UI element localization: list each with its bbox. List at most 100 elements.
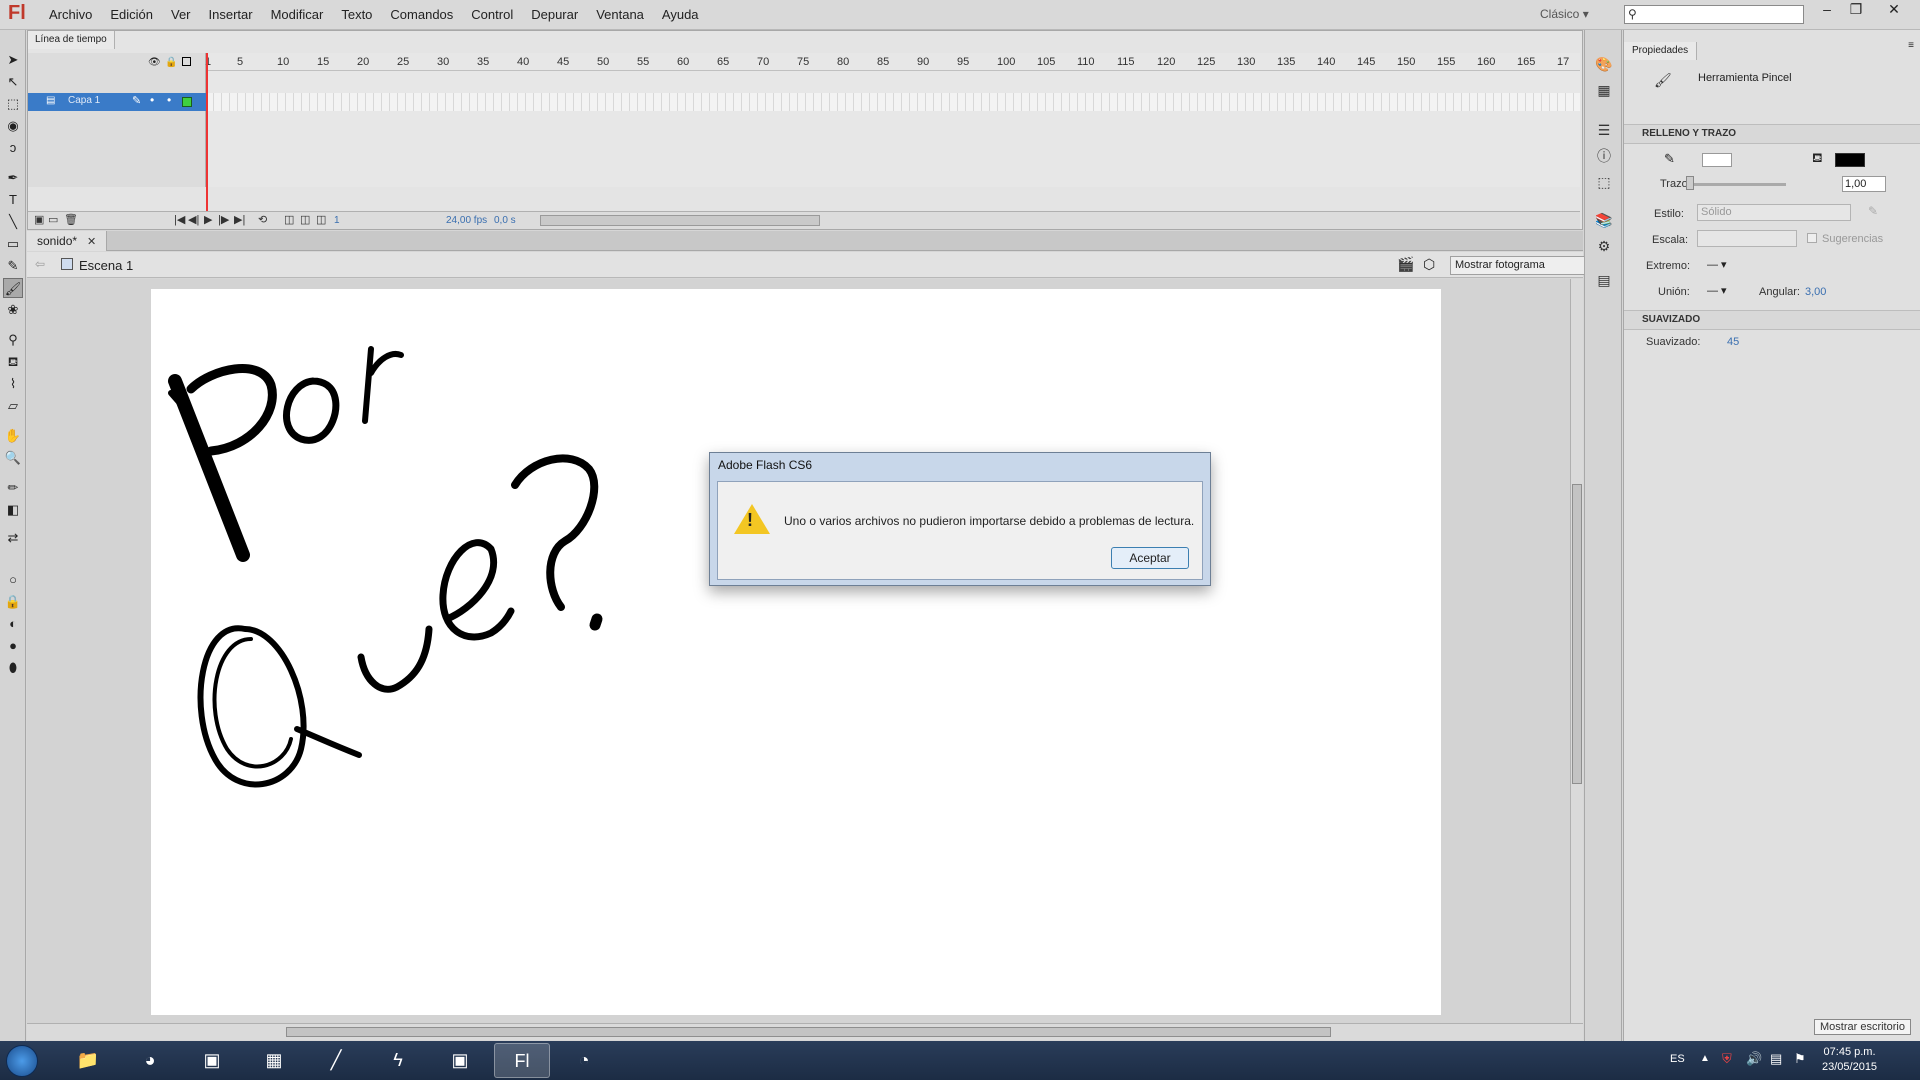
vertical-scroll-thumb[interactable] [1572,484,1582,784]
project-panel-icon[interactable]: ▤ [1594,270,1614,290]
menu-control[interactable]: Control [462,0,522,30]
document-tab[interactable]: sonido* ✕ [27,231,108,251]
last-frame-icon[interactable]: ▶| [234,213,245,226]
stroke-slider-thumb[interactable] [1686,176,1694,190]
layer-row[interactable]: ▤ Capa 1 ✎ • • [28,93,206,111]
next-frame-icon[interactable]: |▶ [218,213,229,226]
info-panel-icon[interactable]: ⓘ [1594,146,1614,166]
brush-mode-icon[interactable]: ◐ [3,614,23,634]
timeline-tab[interactable]: Línea de tiempo [28,31,115,49]
fill-stroke-section-header[interactable]: RELLENO Y TRAZO [1624,124,1920,144]
edit-scene-icon[interactable]: 🎬 [1397,256,1414,273]
pencil-tool-icon[interactable]: ✎ [3,256,23,276]
fps-readout[interactable]: 24,00 fps [446,215,487,226]
text-tool-icon[interactable]: T [3,190,23,210]
close-tab-icon[interactable]: ✕ [87,236,96,248]
outline-icon[interactable] [182,57,191,66]
hints-checkbox[interactable] [1807,233,1817,243]
menu-ventana[interactable]: Ventana [587,0,653,30]
horizontal-scroll-thumb[interactable] [286,1027,1331,1037]
selection-tool-icon[interactable]: ➤ [3,50,23,70]
menu-modificar[interactable]: Modificar [262,0,333,30]
accept-button[interactable]: Aceptar [1111,547,1189,569]
color-panel-icon[interactable]: 🎨 [1594,54,1614,74]
rectangle-tool-icon[interactable]: ▭ [3,234,23,254]
frames-row[interactable] [206,93,1580,111]
layer-color-icon[interactable] [182,97,192,107]
style-select[interactable]: Sólido [1697,204,1851,221]
tray-volume-icon[interactable]: 🔊 [1746,1051,1762,1067]
swap-colors-icon[interactable]: ⇄ [3,528,23,548]
lasso-tool-icon[interactable]: ↄ [3,138,23,158]
close-button[interactable]: ✕ [1880,0,1908,20]
pen-tool-icon[interactable]: ✒ [3,168,23,188]
lock-icon[interactable]: 🔒 [165,57,177,68]
calculator-task-icon[interactable]: ▦ [246,1043,302,1078]
transform-panel-icon[interactable]: ⬚ [1594,172,1614,192]
stroke-color-swatch[interactable] [1702,153,1732,167]
fill-color-icon[interactable]: ◧ [3,500,23,520]
current-frame[interactable]: 1 [334,215,340,226]
app-task-icon[interactable]: ▣ [184,1043,240,1078]
brush-shape-icon[interactable]: ⬮ [3,658,23,678]
flash-player-task-icon[interactable]: ϟ [370,1043,426,1078]
menu-ver[interactable]: Ver [162,0,200,30]
motion-presets-icon[interactable]: ⚙ [1594,236,1614,256]
smoothing-section-header[interactable]: SUAVIZADO [1624,310,1920,330]
object-drawing-icon[interactable]: ○ [3,570,23,590]
onion-outline-icon[interactable]: ◫ [300,213,310,226]
zoom-tool-icon[interactable]: 🔍 [3,448,23,468]
onion-skin-icon[interactable]: ◫ [284,213,294,226]
first-frame-icon[interactable]: |◀ [174,213,185,226]
brush-tool-icon[interactable]: 🖌 [3,278,23,298]
stage-canvas[interactable] [151,289,1441,1015]
lock-dot-icon[interactable]: • [167,93,171,107]
tray-expand-icon[interactable]: ▲ [1700,1053,1710,1064]
eraser-tool-icon[interactable]: ▱ [3,396,23,416]
library-panel-icon[interactable]: 📚 [1594,210,1614,230]
align-panel-icon[interactable]: ☰ [1594,120,1614,140]
scene-label[interactable]: Escena 1 [79,258,133,273]
media-task-icon[interactable]: ◔ [556,1043,612,1078]
window-task-icon[interactable]: ▣ [432,1043,488,1078]
prev-frame-icon[interactable]: ◀| [188,213,199,226]
edit-style-icon[interactable]: ✎ [1868,204,1878,218]
deco-tool-icon[interactable]: ❀ [3,300,23,320]
fill-color-swatch[interactable] [1835,153,1865,167]
menu-depurar[interactable]: Depurar [522,0,587,30]
playhead[interactable] [206,53,208,211]
panel-menu-icon[interactable]: ≡ [1908,40,1914,51]
eye-icon[interactable]: 👁 [148,57,161,68]
play-icon[interactable]: ▶ [204,213,212,226]
bone-tool-icon[interactable]: ⚲ [3,330,23,350]
tray-network-icon[interactable]: ▤ [1770,1051,1782,1067]
brush-size-icon[interactable]: ● [3,636,23,656]
time-readout[interactable]: 0,0 s [494,215,516,226]
line-tool-icon[interactable]: ╲ [3,212,23,232]
delete-layer-icon[interactable]: 🗑 [64,213,78,226]
minimize-button[interactable]: – [1813,0,1841,20]
start-button[interactable] [6,1045,38,1077]
tool-task-icon[interactable]: ╱ [308,1043,364,1078]
chrome-task-icon[interactable]: ◕ [122,1043,178,1078]
edit-symbol-icon[interactable]: ⬡ [1423,256,1435,273]
tray-language[interactable]: ES [1670,1053,1685,1065]
stroke-color-icon[interactable]: ✏ [3,478,23,498]
loop-icon[interactable]: ⟲ [258,213,267,226]
eyedropper-tool-icon[interactable]: ⌇ [3,374,23,394]
lock-fill-icon[interactable]: 🔒 [3,592,23,612]
help-search-input[interactable]: ⚲ [1624,5,1804,24]
menu-edicion[interactable]: Edición [101,0,162,30]
stroke-width-input[interactable]: 1,00 [1842,176,1886,192]
free-transform-tool-icon[interactable]: ⬚ [3,94,23,114]
menu-comandos[interactable]: Comandos [381,0,462,30]
miter-value[interactable]: 3,00 [1805,286,1826,298]
explorer-task-icon[interactable]: 📁 [60,1043,116,1078]
new-layer-icon[interactable]: ▣ [34,213,44,226]
zoom-view-select[interactable]: Mostrar fotograma▾ [1450,256,1604,275]
menu-insertar[interactable]: Insertar [200,0,262,30]
new-folder-icon[interactable]: ▭ [48,213,58,226]
subselection-tool-icon[interactable]: ↖ [3,72,23,92]
visibility-dot-icon[interactable]: • [150,93,154,107]
3d-rotation-tool-icon[interactable]: ◉ [3,116,23,136]
